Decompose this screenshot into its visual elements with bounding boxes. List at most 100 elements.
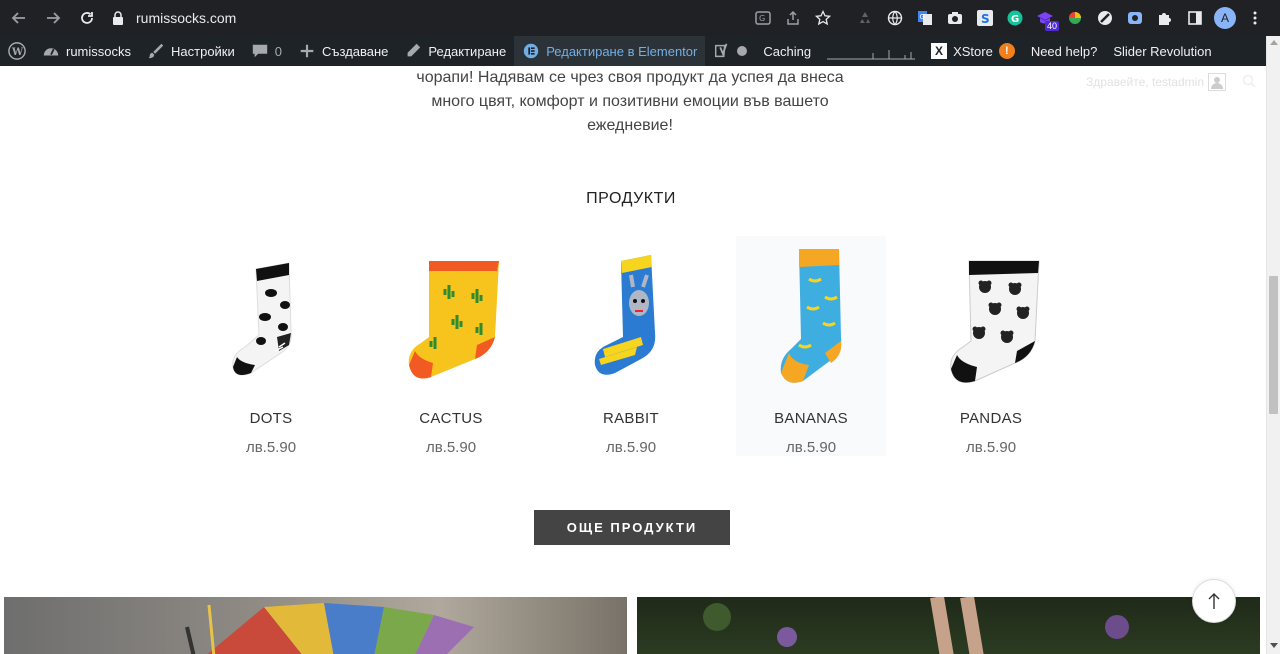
forward-button[interactable] [38, 3, 68, 33]
comments-menu[interactable]: 0 [243, 36, 290, 66]
screenshot-extension[interactable] [940, 3, 970, 33]
product-card[interactable]: BANANAS лв.5.90 [736, 236, 886, 456]
yoast-menu[interactable] [705, 36, 755, 66]
plus-icon [300, 44, 314, 58]
google-translate-extension[interactable]: G [910, 3, 940, 33]
kebab-menu-icon [1253, 11, 1257, 25]
edit-menu[interactable]: Редактиране [396, 36, 514, 66]
grammarly-icon: G [1007, 10, 1023, 26]
recycle-extension[interactable] [850, 3, 880, 33]
product-image[interactable] [376, 236, 526, 396]
xstore-menu[interactable]: X XStore ! [923, 36, 1023, 66]
xstore-label: XStore [953, 43, 993, 59]
extensions-button[interactable] [1150, 3, 1180, 33]
site-name-menu[interactable]: rumissocks [34, 36, 139, 66]
wp-logo-menu[interactable]: W [0, 36, 34, 66]
media-icon [1128, 12, 1142, 24]
translate-button[interactable]: G [748, 3, 778, 33]
arrow-right-icon [47, 12, 61, 24]
product-name[interactable]: BANANAS [736, 410, 886, 427]
back-button[interactable] [4, 3, 34, 33]
grammarly-extension[interactable]: G [1000, 3, 1030, 33]
dashboard-icon [43, 48, 59, 56]
help-menu[interactable]: Need help? [1023, 36, 1106, 66]
more-products-button[interactable]: ОЩЕ ПРОДУКТИ [534, 510, 730, 545]
intro-line-1: чорапи! Надявам се чрез своя продукт да … [416, 69, 844, 86]
yoast-icon [715, 43, 728, 58]
color-extension[interactable] [1060, 3, 1090, 33]
account-greeting[interactable]: Здравейте, testadmin [1086, 73, 1226, 91]
product-card[interactable]: PANDAS лв.5.90 [916, 236, 1066, 456]
product-name[interactable]: RABBIT [556, 410, 706, 427]
translate-icon: G [755, 11, 771, 25]
section-title: ПРОДУКТИ [586, 190, 676, 207]
xstore-logo-icon: X [931, 43, 948, 59]
google-translate-icon: G [918, 11, 932, 25]
extension-badge: 40 [1044, 21, 1059, 31]
product-image[interactable] [916, 236, 1066, 396]
product-name[interactable]: CACTUS [376, 410, 526, 427]
product-card[interactable]: CACTUS лв.5.90 [376, 236, 526, 456]
url-text: rumissocks.com [136, 10, 237, 26]
product-image[interactable] [196, 236, 346, 396]
product-card[interactable]: RABBIT лв.5.90 [556, 236, 706, 456]
bookmark-button[interactable] [808, 3, 838, 33]
help-label: Need help? [1030, 43, 1098, 59]
product-price: лв.5.90 [605, 439, 657, 456]
camera-icon [948, 12, 962, 24]
svg-text:W: W [11, 47, 24, 58]
recycle-icon [860, 12, 870, 23]
extensions-bar: G G S G 40 A [748, 0, 1270, 36]
svg-text:G: G [1011, 14, 1019, 25]
browser-toolbar: rumissocks.com G G S G 40 A [0, 0, 1280, 36]
user-icon [1208, 73, 1226, 91]
page-content: Здравейте, testadmin чорапи! Надявам се … [0, 66, 1266, 654]
share-icon [787, 10, 799, 25]
menu-button[interactable] [1240, 3, 1270, 33]
search-icon[interactable] [1242, 74, 1256, 88]
globe-extension[interactable] [880, 3, 910, 33]
banner-image-right[interactable] [637, 597, 1260, 654]
s-extension[interactable]: S [970, 3, 1000, 33]
star-icon [815, 10, 831, 26]
tab-counter-extension[interactable]: 40 [1030, 3, 1060, 33]
activity-graph [825, 41, 917, 61]
comment-icon [252, 44, 267, 58]
caching-menu[interactable]: Caching [755, 36, 819, 66]
edit-elementor-menu[interactable]: Редактиране в Elementor [514, 36, 706, 66]
product-image[interactable] [556, 236, 706, 396]
scroll-up-arrow[interactable] [1270, 40, 1278, 45]
product-image[interactable] [736, 236, 886, 396]
customize-menu[interactable]: Настройки [139, 36, 243, 66]
scroll-thumb[interactable] [1269, 276, 1278, 414]
share-button[interactable] [778, 3, 808, 33]
media-extension[interactable] [1120, 3, 1150, 33]
svg-text:S: S [981, 12, 990, 26]
arrow-left-icon [11, 12, 25, 24]
banner-image-left[interactable] [4, 597, 627, 654]
greeting-text: Здравейте, testadmin [1086, 75, 1204, 89]
half-circle-icon [1098, 11, 1112, 25]
back-to-top-button[interactable] [1192, 579, 1236, 623]
scroll-down-arrow[interactable] [1270, 643, 1278, 648]
product-name[interactable]: DOTS [196, 410, 346, 427]
page-scrollbar[interactable] [1266, 36, 1280, 654]
product-price: лв.5.90 [245, 439, 297, 456]
eyedropper-icon [1069, 12, 1081, 24]
reload-button[interactable] [72, 3, 102, 33]
profile-button[interactable]: A [1210, 3, 1240, 33]
rabbit-sock-image [594, 255, 656, 375]
pandas-sock-image [950, 260, 1040, 383]
new-content-menu[interactable]: Създаване [290, 36, 396, 66]
product-name[interactable]: PANDAS [916, 410, 1066, 427]
address-bar[interactable]: rumissocks.com [112, 4, 236, 32]
product-card[interactable]: DOTS лв.5.90 [196, 236, 346, 456]
caching-label: Caching [763, 43, 812, 59]
svg-text:G: G [759, 14, 765, 23]
circle-extension[interactable] [1090, 3, 1120, 33]
product-price: лв.5.90 [425, 439, 477, 456]
avatar: A [1214, 7, 1236, 29]
settings-label: Настройки [171, 43, 235, 59]
slider-revolution-menu[interactable]: Slider Revolution [1105, 36, 1219, 66]
side-panel-button[interactable] [1180, 3, 1210, 33]
